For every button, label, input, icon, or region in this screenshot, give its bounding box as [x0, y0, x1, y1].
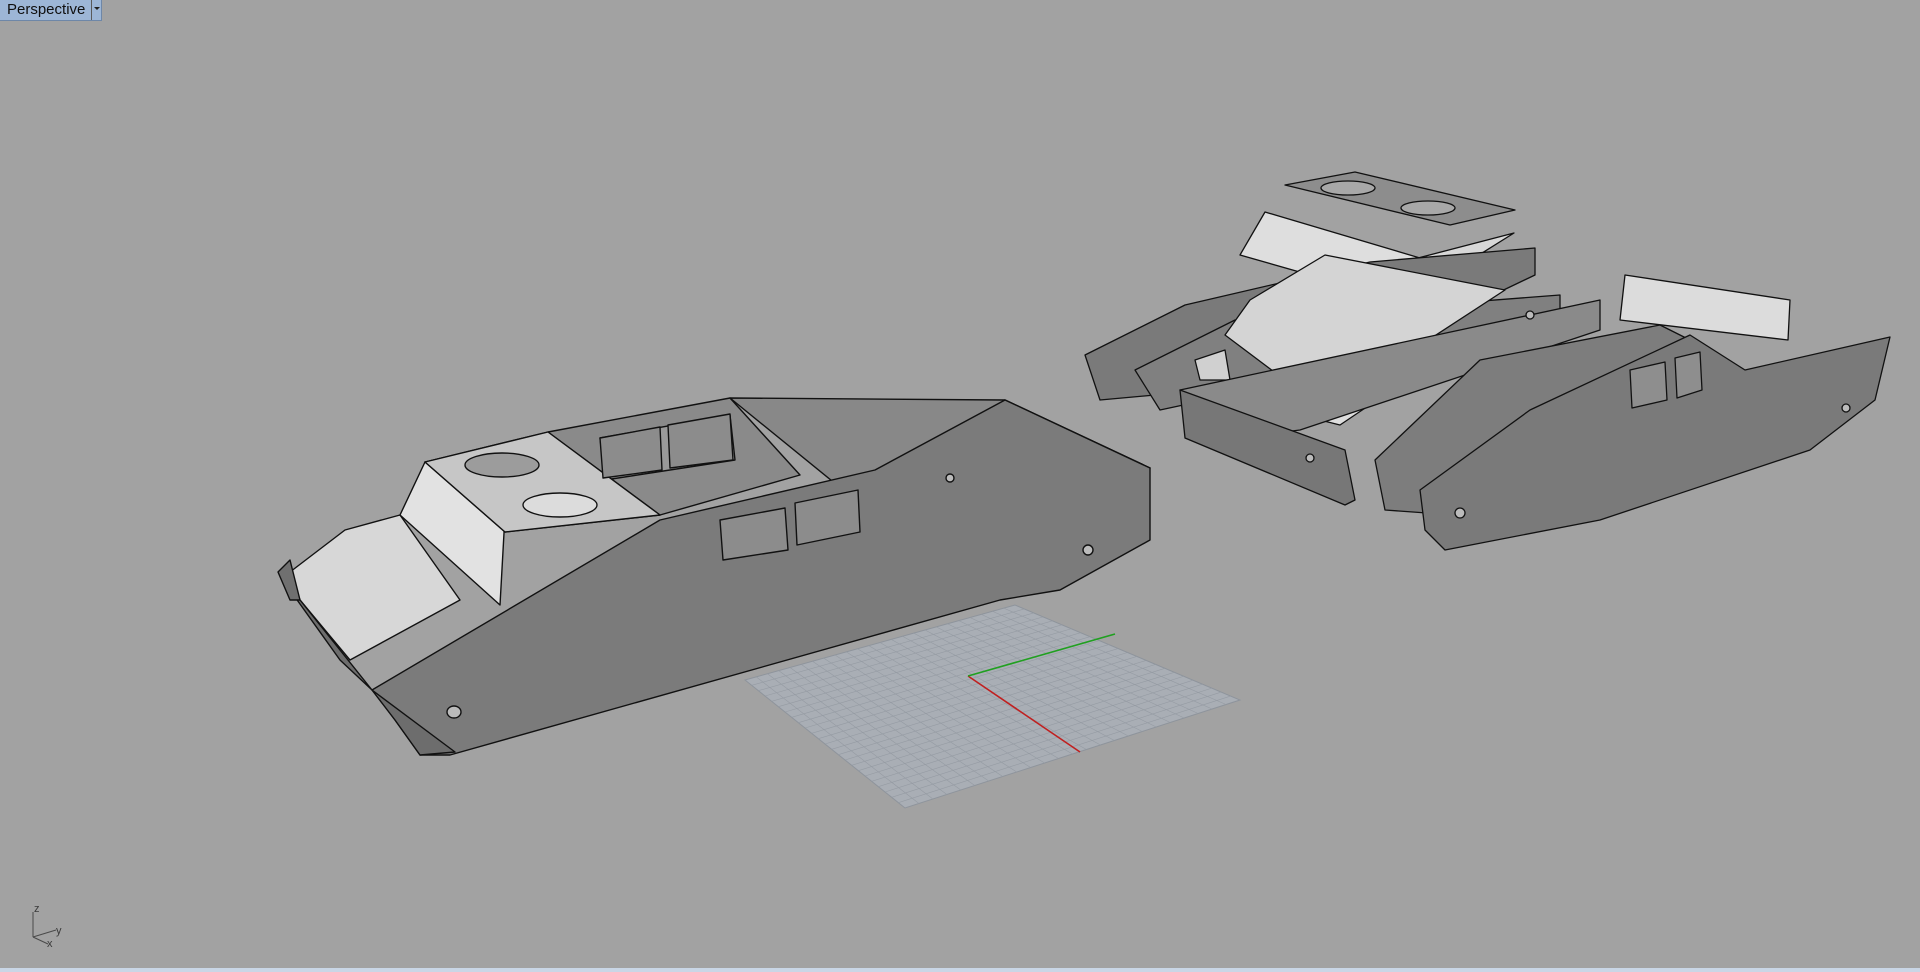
roof-plate: [1284, 171, 1516, 226]
bolt-hole: [945, 473, 955, 483]
chevron-down-icon[interactable]: [92, 0, 101, 20]
world-axis-gizmo: z y x: [32, 903, 62, 950]
hatch-hole-rear: [522, 492, 598, 518]
bolt-hole: [1082, 544, 1094, 556]
exploded-parts-model[interactable]: [1084, 171, 1891, 551]
viewport-scene[interactable]: z y x: [0, 0, 1920, 972]
viewport-title[interactable]: Perspective: [0, 0, 93, 20]
bolt-hole: [446, 705, 462, 719]
viewport-title-tab[interactable]: Perspective: [0, 0, 103, 21]
status-strip: [0, 968, 1920, 972]
hatch-hole-front: [464, 452, 540, 478]
axis-label-x: x: [47, 938, 53, 950]
axis-label-z: z: [34, 903, 40, 915]
axis-label-y: y: [56, 925, 62, 937]
perspective-viewport[interactable]: Perspective z y x: [0, 0, 1920, 972]
